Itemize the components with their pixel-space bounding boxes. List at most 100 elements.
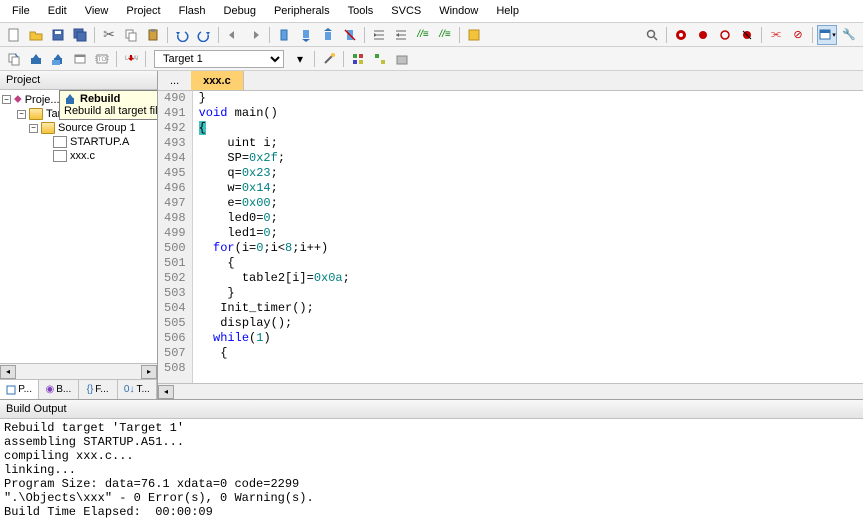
breakpoint-icon[interactable] — [693, 25, 713, 45]
paste-icon[interactable] — [143, 25, 163, 45]
wand-icon[interactable] — [319, 49, 339, 69]
file-tab-active[interactable]: xxx.c — [191, 71, 244, 90]
scroll-right-icon[interactable]: ▸ — [141, 365, 157, 379]
project-tree[interactable]: Rebuild Rebuild all target files − ⬥ Pro… — [0, 90, 157, 363]
open-icon[interactable] — [26, 25, 46, 45]
rebuild-icon[interactable] — [48, 49, 68, 69]
tree-label: xxx.c — [70, 150, 95, 162]
manage-components-icon[interactable] — [348, 49, 368, 69]
stop-build-icon[interactable]: STOP — [92, 49, 112, 69]
indent-icon[interactable] — [369, 25, 389, 45]
separator — [218, 27, 219, 43]
code-editor[interactable]: 4904914924934944954964974984995005015025… — [158, 91, 863, 383]
project-tab-project[interactable]: P... — [0, 380, 39, 399]
breakpoint-disable-icon[interactable] — [715, 25, 735, 45]
editor-area: ... xxx.c 490491492493494495496497498499… — [158, 71, 863, 399]
menu-peripherals[interactable]: Peripherals — [266, 2, 338, 20]
manage-rte-icon[interactable] — [370, 49, 390, 69]
line-gutter: 4904914924934944954964974984995005015025… — [158, 91, 193, 383]
tree-file[interactable]: xxx.c — [2, 149, 155, 163]
save-all-icon[interactable] — [70, 25, 90, 45]
tree-label: Proje... — [25, 94, 60, 106]
project-tab-books[interactable]: ◉B... — [39, 380, 78, 399]
tooltip-title: Rebuild — [80, 93, 120, 105]
file-icon — [53, 136, 67, 148]
menu-edit[interactable]: Edit — [40, 2, 75, 20]
separator — [145, 51, 146, 67]
scroll-left-icon[interactable]: ◂ — [158, 385, 174, 399]
separator — [343, 51, 344, 67]
link-icon[interactable]: ⫘ — [766, 25, 786, 45]
separator — [364, 27, 365, 43]
uncomment-icon[interactable]: //≡ — [435, 25, 455, 45]
window-icon[interactable]: ▾ — [817, 25, 837, 45]
pack-installer-icon[interactable] — [392, 49, 412, 69]
debug-icon[interactable] — [671, 25, 691, 45]
breakpoint-kill-icon[interactable] — [737, 25, 757, 45]
bookmark-clear-icon[interactable] — [340, 25, 360, 45]
tooltip-desc: Rebuild all target files — [64, 105, 157, 117]
nav-back-icon[interactable] — [223, 25, 243, 45]
separator — [167, 27, 168, 43]
outdent-icon[interactable] — [391, 25, 411, 45]
menu-tools[interactable]: Tools — [340, 2, 382, 20]
copy-icon[interactable] — [121, 25, 141, 45]
comment-icon[interactable]: //≡ — [413, 25, 433, 45]
nav-fwd-icon[interactable] — [245, 25, 265, 45]
save-icon[interactable] — [48, 25, 68, 45]
expand-icon[interactable]: − — [17, 110, 26, 119]
build-output-title: Build Output — [0, 400, 863, 419]
tree-group[interactable]: − Source Group 1 — [2, 121, 155, 135]
cut-icon[interactable]: ✂ — [99, 25, 119, 45]
bookmark-next-icon[interactable] — [318, 25, 338, 45]
project-panel: Project Rebuild Rebuild all target files… — [0, 71, 158, 399]
separator — [761, 27, 762, 43]
scroll-left-icon[interactable]: ◂ — [0, 365, 16, 379]
menu-file[interactable]: File — [4, 2, 38, 20]
menu-help[interactable]: Help — [488, 2, 527, 20]
menu-view[interactable]: View — [77, 2, 117, 20]
menu-window[interactable]: Window — [431, 2, 486, 20]
menu-debug[interactable]: Debug — [216, 2, 264, 20]
undo-icon[interactable] — [172, 25, 192, 45]
project-tab-functions[interactable]: {}F... — [79, 380, 118, 399]
tree-file[interactable]: STARTUP.A — [2, 135, 155, 149]
editor-h-scroll[interactable]: ◂ — [158, 383, 863, 399]
menu-bar: FileEditViewProjectFlashDebugPeripherals… — [0, 0, 863, 23]
tree-label: Source Group 1 — [58, 122, 136, 134]
bookmark-icon[interactable] — [274, 25, 294, 45]
expand-icon[interactable]: − — [29, 124, 38, 133]
redo-icon[interactable] — [194, 25, 214, 45]
rebuild-tooltip: Rebuild Rebuild all target files — [59, 90, 157, 120]
folder-icon — [29, 108, 43, 120]
file-tab-overflow[interactable]: ... — [158, 71, 191, 90]
workspace: Project Rebuild Rebuild all target files… — [0, 71, 863, 399]
menu-flash[interactable]: Flash — [171, 2, 214, 20]
batch-build-icon[interactable] — [70, 49, 90, 69]
separator — [94, 27, 95, 43]
ban-icon[interactable]: ⊘ — [788, 25, 808, 45]
new-icon[interactable] — [4, 25, 24, 45]
tool-icon[interactable]: 🔧 — [839, 25, 859, 45]
project-tab-templates[interactable]: 0↓T... — [118, 380, 157, 399]
separator — [116, 51, 117, 67]
find-in-files-icon[interactable] — [464, 25, 484, 45]
project-h-scroll[interactable]: ◂ ▸ — [0, 363, 157, 379]
build-output-panel: Build Output Rebuild target 'Target 1' a… — [0, 399, 863, 527]
translate-icon[interactable] — [4, 49, 24, 69]
menu-project[interactable]: Project — [118, 2, 168, 20]
menu-svcs[interactable]: SVCS — [383, 2, 429, 20]
expand-icon[interactable]: − — [2, 95, 11, 104]
build-output-text[interactable]: Rebuild target 'Target 1' assembling STA… — [0, 419, 863, 527]
download-icon[interactable]: LOAD — [121, 49, 141, 69]
separator — [666, 27, 667, 43]
target-select[interactable]: Target 1 — [154, 50, 284, 68]
folder-open-icon — [41, 122, 55, 134]
options-icon[interactable]: ▾ — [290, 49, 310, 69]
file-tabs: ... xxx.c — [158, 71, 863, 91]
build-icon[interactable] — [26, 49, 46, 69]
bookmark-prev-icon[interactable] — [296, 25, 316, 45]
code-lines[interactable]: }void main(){ uint i; SP=0x2f; q=0x23; w… — [193, 91, 356, 383]
build-toolbar: STOP LOAD Target 1 ▾ — [0, 47, 863, 71]
find-icon[interactable] — [642, 25, 662, 45]
